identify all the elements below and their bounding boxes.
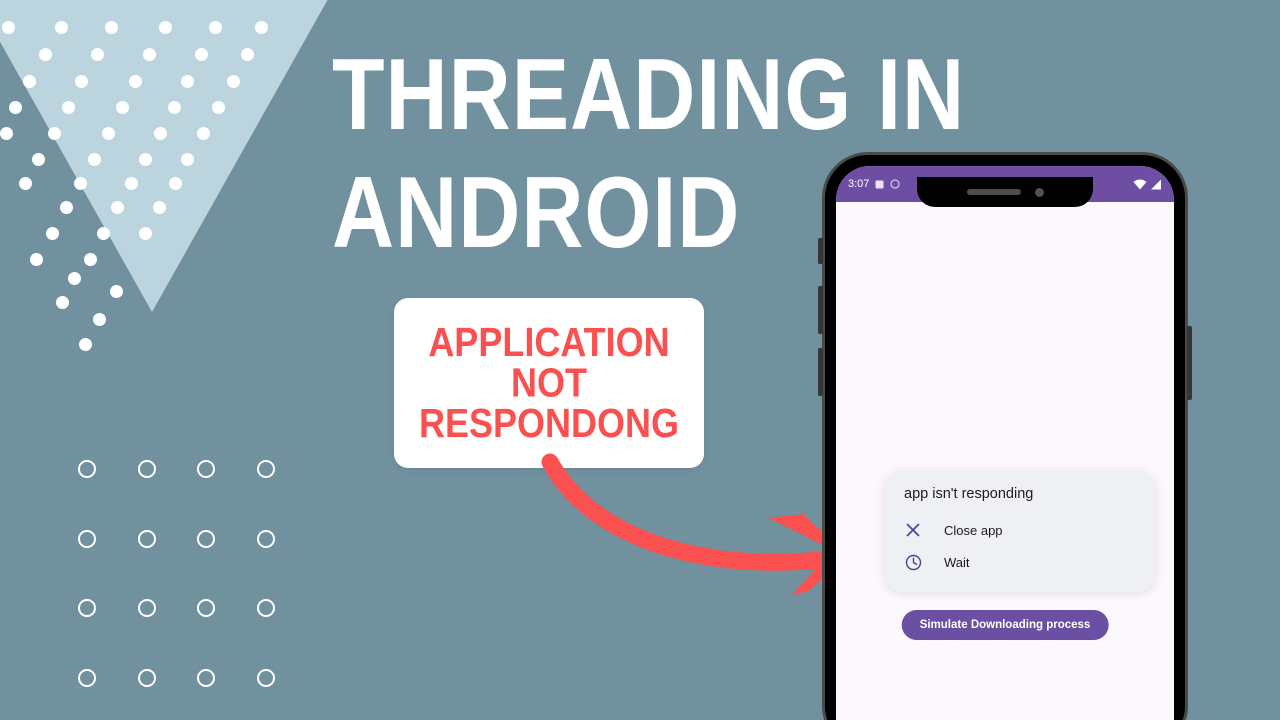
volume-down-button[interactable] (818, 348, 823, 396)
decorative-dot (197, 127, 211, 141)
triangle-shape (0, 0, 332, 312)
decorative-dot (181, 152, 195, 166)
decorative-dot (75, 74, 89, 88)
phone-screen: 3:07 app isn't responding Close app Wait… (836, 166, 1174, 720)
decorative-dot (60, 201, 73, 215)
signal-icon (1151, 179, 1161, 189)
decorative-dot (84, 253, 97, 267)
decorative-ring (78, 599, 96, 617)
decorative-dot (46, 227, 59, 241)
decorative-dot (138, 227, 152, 241)
dialog-option-label: Wait (944, 554, 970, 570)
decorative-dot (194, 48, 208, 62)
decorative-ring (256, 529, 275, 548)
decorative-ring (197, 529, 215, 548)
decorative-dot (92, 312, 106, 326)
decorative-dot (168, 101, 181, 114)
decorative-dot (142, 48, 156, 62)
decorative-dot (2, 21, 15, 35)
anr-callout-text: APPLICATION NOT RESPONDONG (418, 319, 680, 446)
speaker-grille-icon (966, 189, 1021, 195)
decorative-dot (226, 74, 240, 88)
phone-notch (917, 177, 1093, 207)
front-camera-icon (1034, 187, 1044, 197)
anr-dialog-title: app isn't responding (904, 486, 1034, 502)
decorative-dot (168, 177, 182, 191)
close-icon (904, 521, 922, 539)
wifi-icon (1133, 179, 1147, 189)
decorative-dot (38, 48, 52, 62)
poster-canvas: THREADING IN ANDROID APPLICATION NOT RES… (0, 0, 1280, 720)
decorative-dot (79, 338, 93, 351)
decorative-dot (102, 127, 115, 141)
curved-arrow-icon (541, 453, 858, 596)
decorative-dot (0, 127, 13, 141)
decorative-dot (139, 152, 153, 166)
decorative-dot (48, 127, 61, 141)
decorative-dot (8, 101, 22, 114)
decorative-dot (55, 21, 69, 35)
decorative-ring (256, 668, 275, 687)
circle-icon (890, 179, 901, 189)
status-time: 3:07 (848, 178, 870, 190)
decorative-dot (116, 101, 129, 114)
decorative-dot (32, 152, 45, 166)
decorative-dot (68, 272, 81, 285)
decorative-dot (23, 74, 37, 88)
square-icon (875, 180, 884, 188)
decorative-dot (105, 21, 119, 35)
decorative-dot (241, 48, 255, 62)
decorative-dot (30, 253, 43, 267)
phone-mockup: 3:07 app isn't responding Close app Wait… (818, 152, 1192, 720)
decorative-dot (153, 201, 167, 215)
dialog-option-close-app[interactable]: Close app (884, 514, 1156, 546)
decorative-dot (125, 177, 139, 191)
status-bar-left: 3:07 (848, 178, 901, 190)
decorative-dot (212, 101, 225, 114)
decorative-ring (256, 599, 275, 617)
volume-up-button[interactable] (818, 286, 823, 334)
dialog-option-label: Close app (944, 522, 1003, 538)
decorative-ring (78, 460, 96, 478)
decorative-dot (62, 101, 75, 114)
decorative-ring (137, 460, 156, 478)
power-button[interactable] (1187, 326, 1192, 400)
clock-icon (904, 553, 922, 571)
simulate-downloading-button[interactable]: Simulate Downloading process (901, 610, 1109, 640)
dialog-option-wait[interactable]: Wait (884, 546, 1156, 578)
decorative-ring (137, 599, 156, 617)
decorative-dot (88, 152, 101, 166)
silent-switch[interactable] (818, 238, 823, 264)
decorative-ring (137, 668, 156, 687)
decorative-dot (129, 74, 143, 88)
decorative-dot (255, 21, 269, 35)
decorative-dot (154, 127, 167, 141)
decorative-dot (90, 48, 104, 62)
decorative-ring (197, 668, 215, 687)
decorative-ring (197, 599, 215, 617)
decorative-dot (111, 201, 125, 215)
decorative-ring (78, 668, 96, 687)
decorative-dot (208, 21, 222, 35)
decorative-dot (110, 285, 123, 299)
decorative-dot (74, 177, 87, 191)
status-bar-right (1133, 179, 1162, 190)
decorative-dot (56, 296, 69, 309)
decorative-ring (78, 529, 96, 548)
decorative-dot (180, 74, 194, 88)
decorative-ring (256, 460, 275, 478)
decorative-ring (137, 529, 156, 548)
decorative-dot (158, 21, 172, 35)
decorative-ring (197, 460, 215, 478)
anr-system-dialog: app isn't responding Close app Wait (884, 470, 1156, 592)
decorative-dot (97, 227, 111, 241)
decorative-dot (18, 177, 32, 191)
